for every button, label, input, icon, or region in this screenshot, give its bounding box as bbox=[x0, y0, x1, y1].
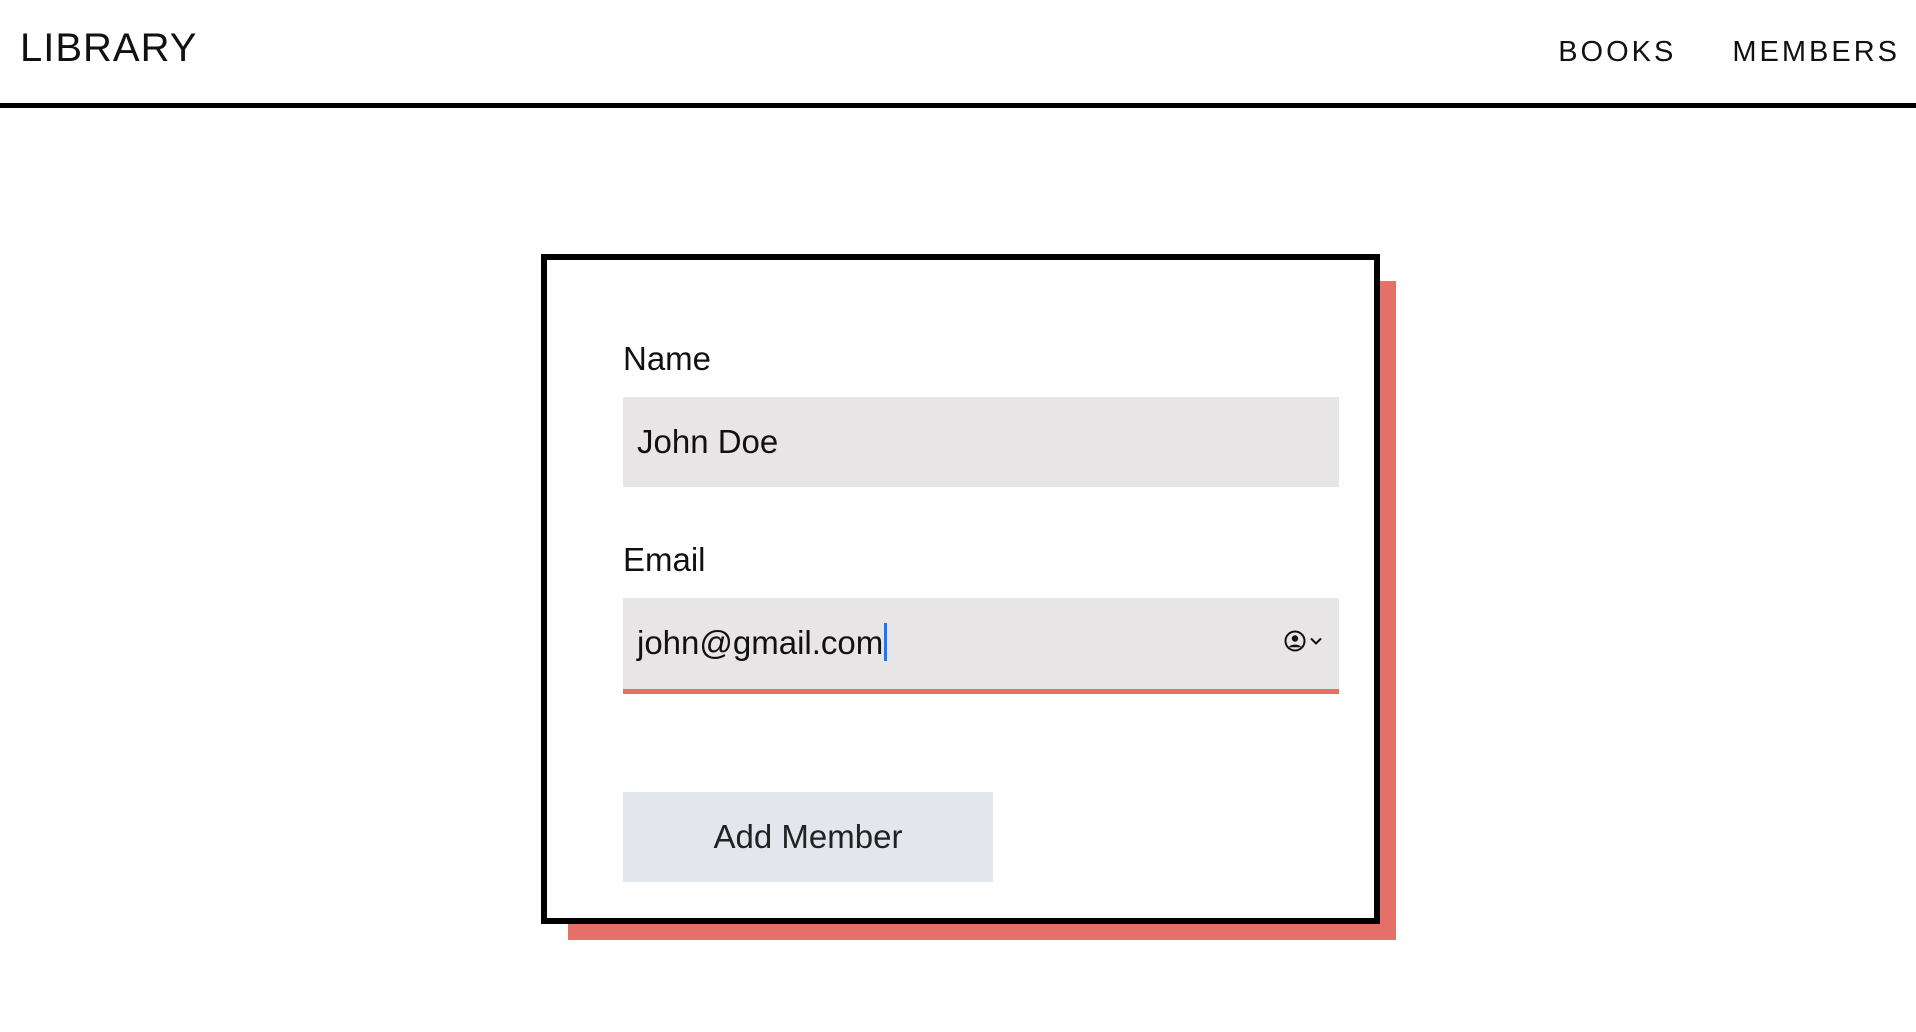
email-label: Email bbox=[623, 541, 706, 578]
add-member-form: Name John Doe Email john@gmail.com Add M… bbox=[541, 254, 1380, 924]
add-member-button[interactable]: Add Member bbox=[623, 792, 993, 882]
email-input-value: john@gmail.com bbox=[637, 624, 884, 661]
top-navbar: LIBRARY BOOKS MEMBERS bbox=[0, 0, 1916, 108]
autofill-button[interactable] bbox=[1284, 630, 1323, 652]
nav-members-link[interactable]: MEMBERS bbox=[1732, 36, 1900, 69]
name-label: Name bbox=[623, 340, 712, 377]
name-input[interactable]: John Doe bbox=[623, 397, 1339, 487]
user-circle-icon bbox=[1284, 630, 1306, 652]
name-input-value: John Doe bbox=[637, 423, 779, 460]
main-nav: BOOKS MEMBERS bbox=[1558, 36, 1900, 69]
nav-books-link[interactable]: BOOKS bbox=[1558, 36, 1676, 69]
brand-logo[interactable]: LIBRARY bbox=[20, 26, 197, 71]
email-input[interactable]: john@gmail.com bbox=[623, 598, 1339, 694]
text-caret bbox=[884, 623, 888, 662]
chevron-down-icon bbox=[1310, 637, 1322, 645]
